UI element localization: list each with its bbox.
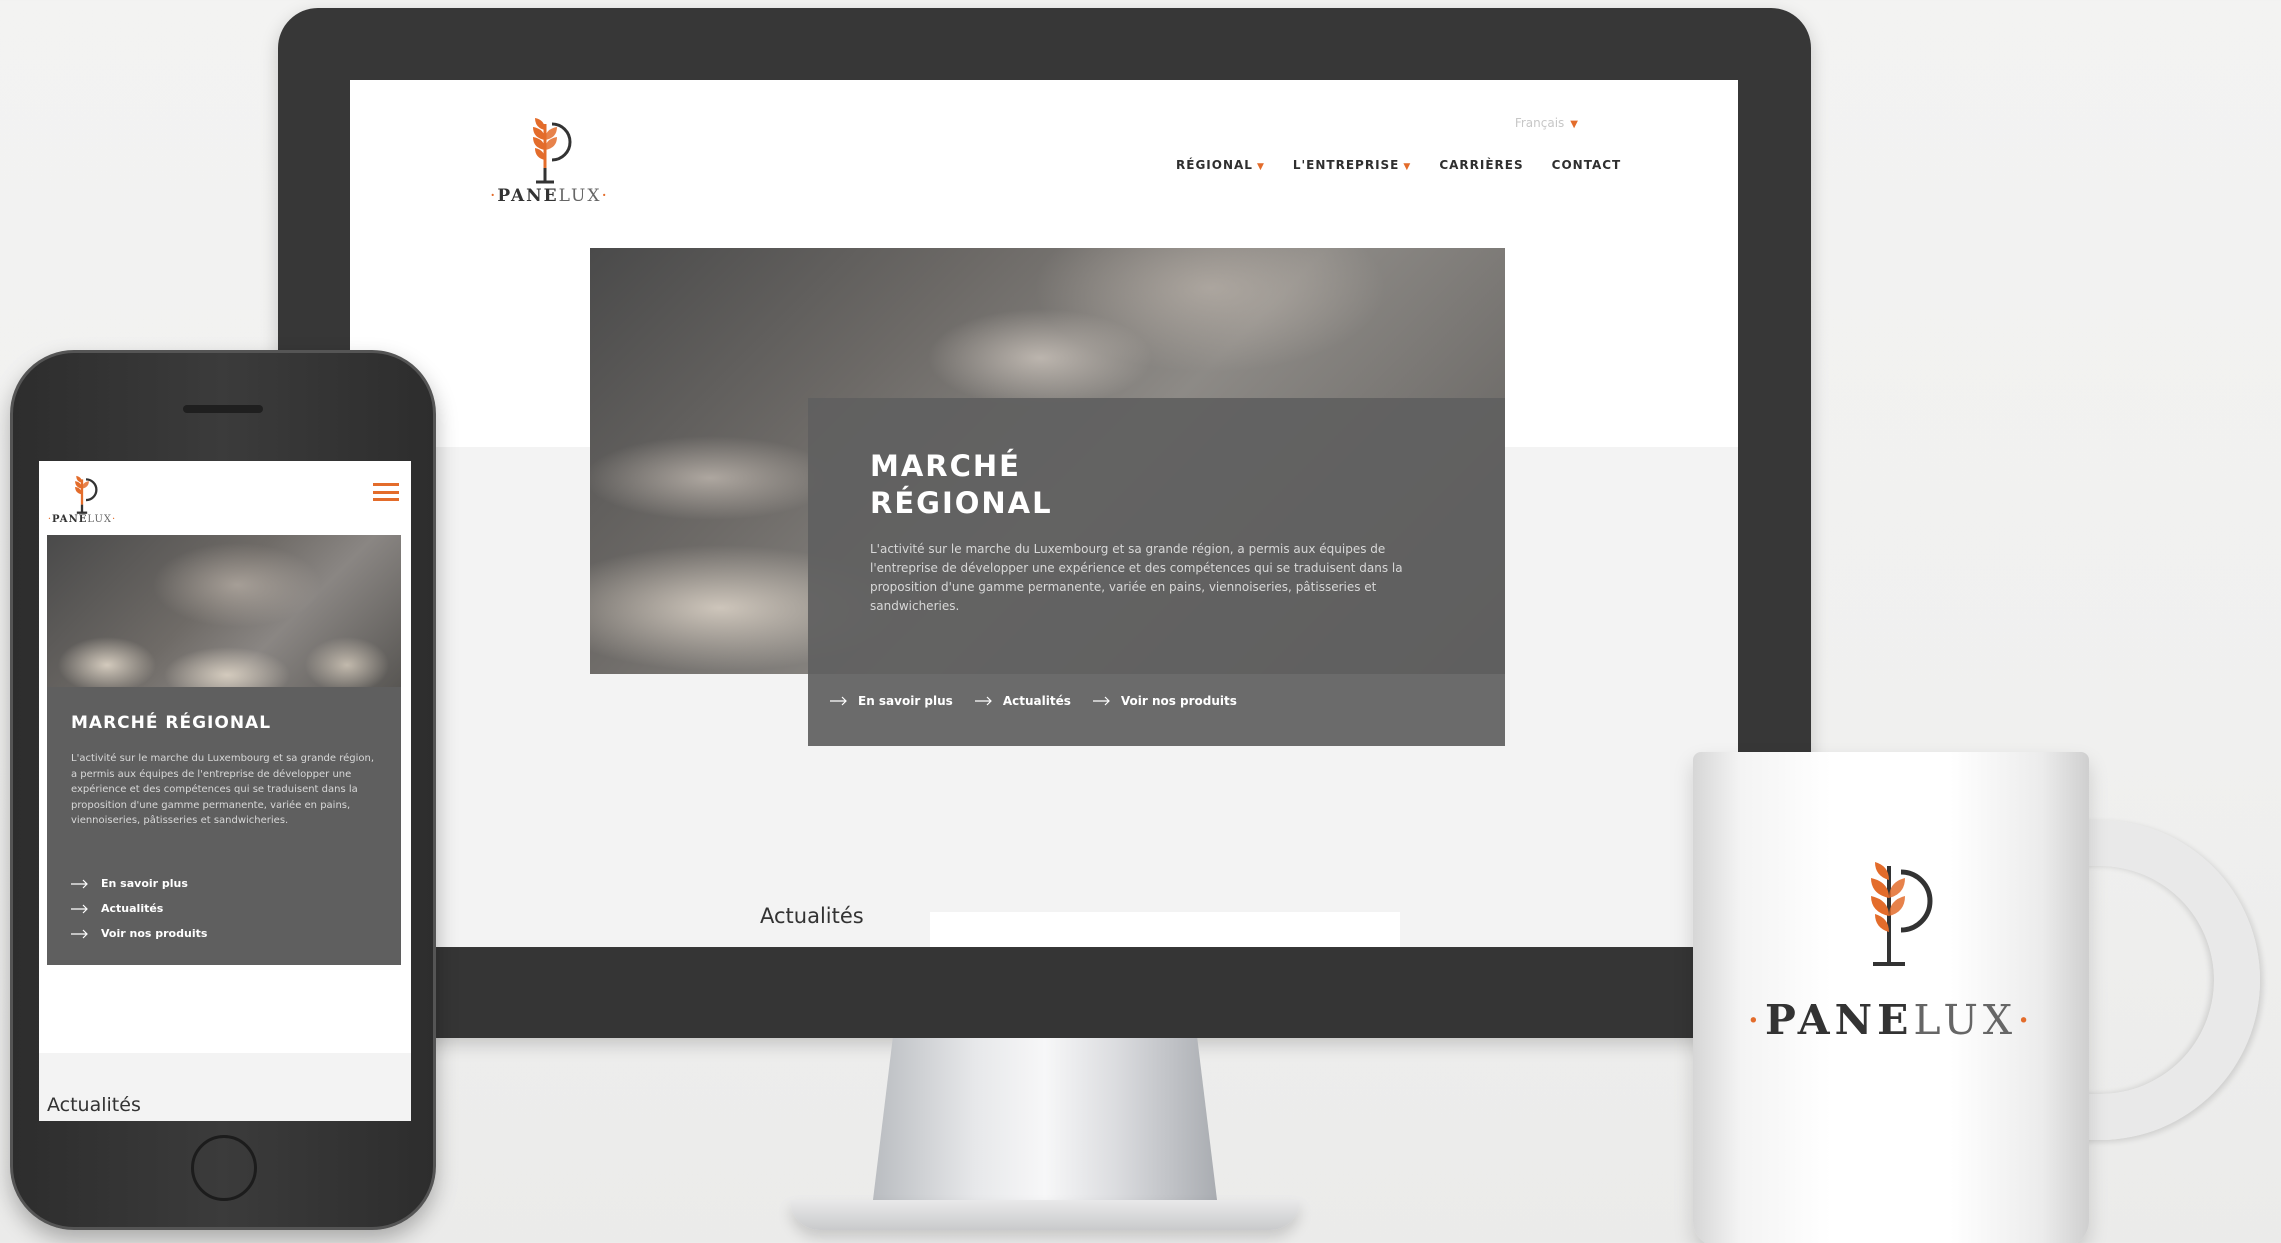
brand-bold: PANE bbox=[1764, 996, 1914, 1044]
menu-icon[interactable] bbox=[373, 483, 399, 501]
hero-title-line: RÉGIONAL bbox=[870, 486, 1053, 520]
mobile-news-section-title: Actualités bbox=[47, 1094, 141, 1116]
mobile-screen: ·PANELUX· MARCHÉ RÉGIONAL L'activité sur… bbox=[39, 461, 411, 1121]
hero-description: L'activité sur le marche du Luxembourg e… bbox=[870, 542, 1403, 613]
language-label: Français bbox=[1514, 116, 1565, 130]
news-card-placeholder[interactable] bbox=[930, 912, 1400, 947]
link-label: Actualités bbox=[101, 902, 164, 915]
phone-speaker bbox=[183, 405, 263, 413]
link-label: Voir nos produits bbox=[101, 927, 208, 940]
mobile-hero-card: MARCHÉ RÉGIONAL L'activité sur le marche… bbox=[47, 687, 401, 965]
site-brand: ·PANELUX· bbox=[490, 186, 607, 206]
brand-light: LUX bbox=[558, 186, 602, 206]
news-section-title: Actualités bbox=[760, 904, 864, 928]
link-actualites[interactable]: Actualités bbox=[974, 694, 1071, 708]
arrow-right-icon bbox=[71, 929, 88, 938]
arrow-right-icon bbox=[830, 696, 847, 706]
mobile-phone: ·PANELUX· MARCHÉ RÉGIONAL L'activité sur… bbox=[10, 350, 436, 1230]
nav-label: RÉGIONAL bbox=[1176, 158, 1253, 172]
mobile-site-logo[interactable]: ·PANELUX· bbox=[47, 469, 117, 531]
wheat-logo-icon bbox=[533, 118, 572, 184]
hero-title: MARCHÉ RÉGIONAL bbox=[870, 448, 1170, 522]
mobile-link-en-savoir-plus[interactable]: En savoir plus bbox=[71, 877, 207, 890]
monitor-stand bbox=[872, 1038, 1218, 1208]
mobile-hero-links: En savoir plus Actualités Voir nos produ… bbox=[71, 877, 207, 940]
arrow-right-icon bbox=[1092, 696, 1110, 706]
brand-dot-end: · bbox=[111, 514, 117, 525]
chevron-down-icon: ▼ bbox=[1256, 162, 1265, 172]
main-nav: RÉGIONAL ▼ L'ENTREPRISE ▼ CARRIÈRES CONTAC… bbox=[1176, 158, 1621, 172]
hero-card: MARCHÉ RÉGIONAL L'activité sur le marche… bbox=[808, 398, 1505, 746]
brand-bold: PANE bbox=[497, 186, 559, 206]
brand-dot: · bbox=[1746, 996, 1765, 1044]
nav-item-carrieres[interactable]: CARRIÈRES bbox=[1439, 158, 1523, 172]
monitor-chin bbox=[278, 948, 1811, 1038]
nav-label: L'ENTREPRISE bbox=[1292, 158, 1400, 172]
arrow-right-icon bbox=[71, 904, 88, 913]
link-label: Voir nos produits bbox=[1120, 694, 1237, 708]
nav-label: CONTACT bbox=[1551, 158, 1622, 172]
link-label: En savoir plus bbox=[858, 694, 953, 708]
arrow-right-icon bbox=[974, 696, 992, 706]
link-label: Actualités bbox=[1002, 694, 1071, 708]
mobile-brand: ·PANELUX· bbox=[47, 514, 117, 525]
brand-bold: PANE bbox=[52, 514, 88, 525]
language-selector[interactable]: Français ▼ bbox=[1515, 116, 1578, 130]
nav-label: CARRIÈRES bbox=[1439, 158, 1524, 172]
mobile-hero-title: MARCHÉ RÉGIONAL bbox=[71, 713, 272, 733]
brand-dot-end: · bbox=[601, 186, 609, 206]
wheat-logo-icon bbox=[1871, 862, 1933, 966]
mobile-link-actualites[interactable]: Actualités bbox=[71, 902, 207, 915]
arrow-right-icon bbox=[71, 879, 88, 888]
desktop-monitor: ·PANELUX· Français ▼ RÉGIONAL ▼ L'ENTREPRI… bbox=[278, 8, 1811, 1038]
site-logo[interactable]: ·PANELUX· bbox=[490, 106, 607, 206]
wheat-logo-icon bbox=[75, 475, 98, 514]
desktop-screen: ·PANELUX· Français ▼ RÉGIONAL ▼ L'ENTREPRI… bbox=[350, 80, 1738, 947]
nav-item-regional[interactable]: RÉGIONAL ▼ bbox=[1176, 158, 1265, 172]
nav-item-entreprise[interactable]: L'ENTREPRISE ▼ bbox=[1293, 158, 1411, 172]
brand-light: LUX bbox=[87, 514, 112, 525]
link-en-savoir-plus[interactable]: En savoir plus bbox=[830, 694, 953, 708]
hero-links: En savoir plus Actualités Voir nos produ… bbox=[830, 694, 1237, 708]
chevron-down-icon: ▼ bbox=[1403, 162, 1412, 172]
link-voir-nos-produits[interactable]: Voir nos produits bbox=[1092, 694, 1237, 708]
mobile-link-voir-nos-produits[interactable]: Voir nos produits bbox=[71, 927, 207, 940]
link-label: En savoir plus bbox=[101, 877, 188, 890]
monitor-stand-base bbox=[790, 1200, 1300, 1230]
chevron-down-icon: ▼ bbox=[1570, 119, 1578, 130]
home-button[interactable] bbox=[191, 1135, 257, 1201]
hero-title-line: MARCHÉ bbox=[870, 449, 1021, 483]
nav-item-contact[interactable]: CONTACT bbox=[1552, 158, 1622, 172]
mug-brand: ·PANELUX· bbox=[1693, 996, 2089, 1044]
brand-light: LUX bbox=[1913, 996, 2018, 1044]
brand-dot-end: · bbox=[2017, 996, 2036, 1044]
branded-mug: ·PANELUX· bbox=[1693, 752, 2089, 1243]
mobile-hero-image bbox=[47, 535, 401, 687]
mobile-hero-description: L'activité sur le marche du Luxembourg e… bbox=[71, 753, 375, 827]
